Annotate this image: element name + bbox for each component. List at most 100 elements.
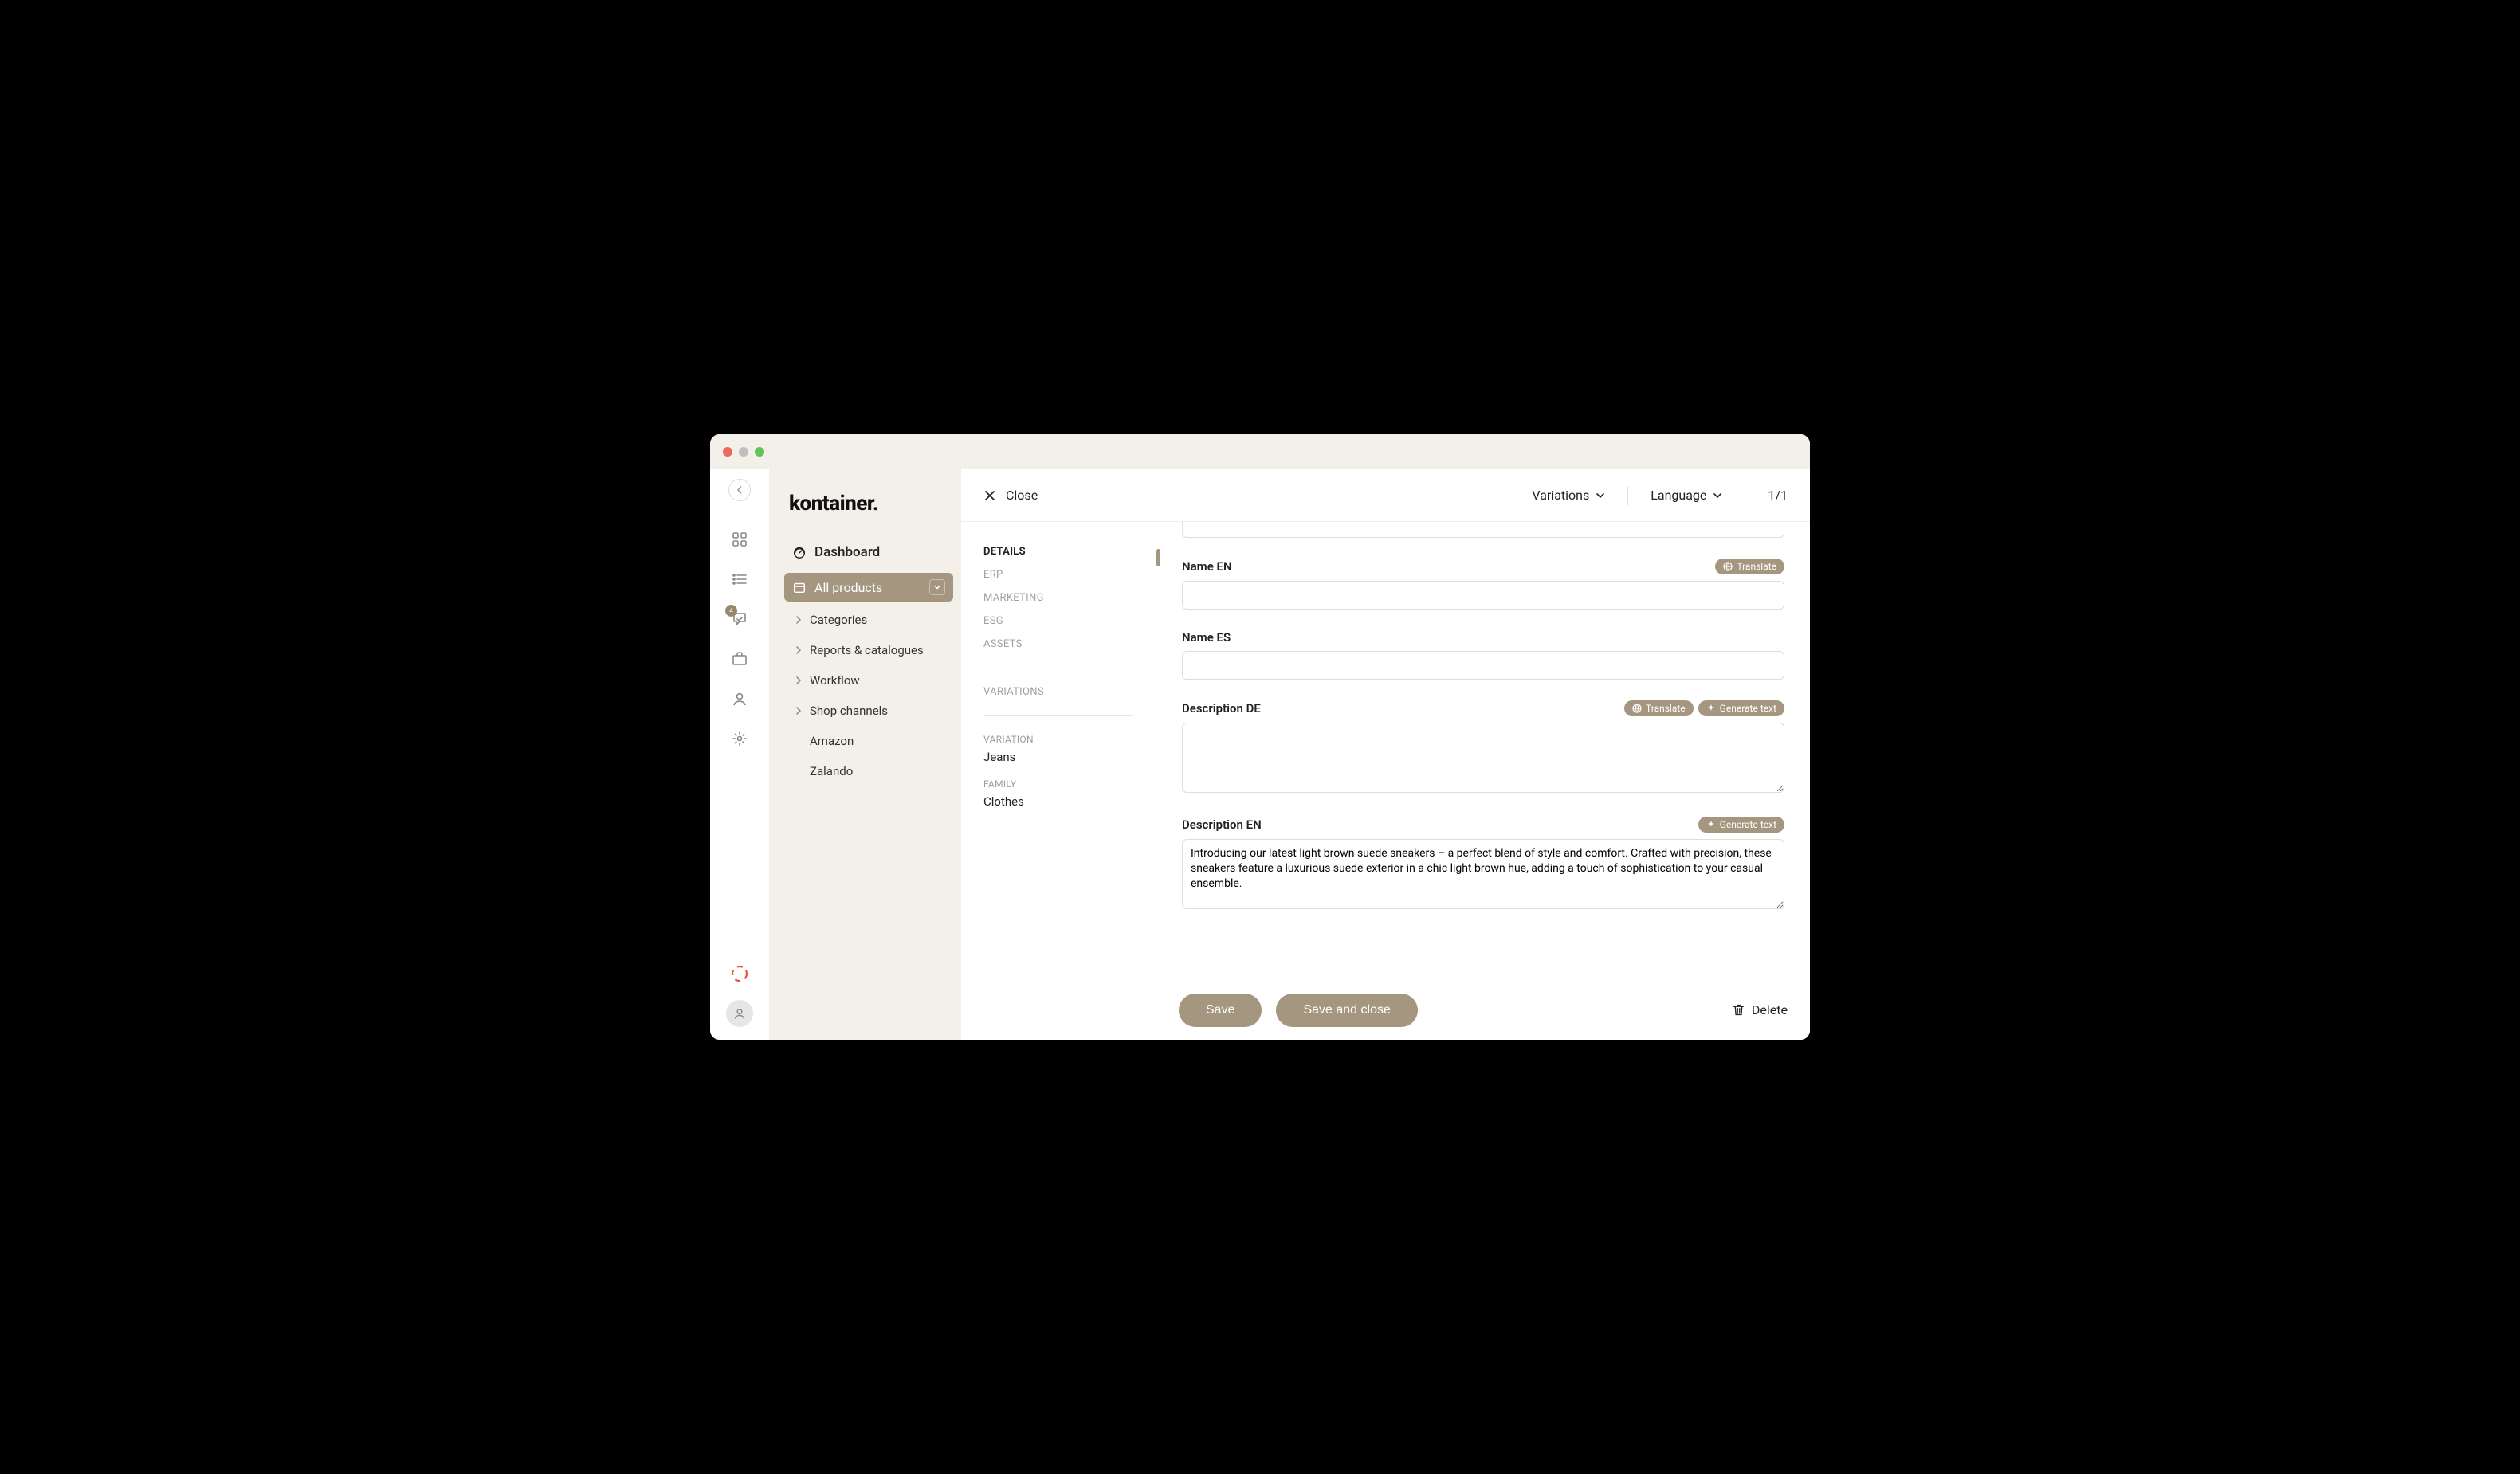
chip-label: Translate [1737, 561, 1776, 572]
partial-input-above[interactable] [1182, 522, 1784, 538]
close-icon [983, 489, 996, 502]
chip-label: Generate text [1720, 703, 1776, 714]
desc-de-input[interactable] [1182, 723, 1784, 793]
family-label: FAMILY [983, 778, 1133, 790]
chevron-right-icon [795, 676, 803, 684]
delete-label: Delete [1752, 1002, 1788, 1017]
translate-button[interactable]: Translate [1715, 559, 1784, 574]
sidebar-item-label: Zalando [810, 764, 853, 778]
chevron-right-icon [795, 707, 803, 715]
globe-icon [1723, 562, 1733, 571]
notification-badge: 4 [725, 605, 737, 617]
name-es-input[interactable] [1182, 651, 1784, 680]
sidebar-item-all-products[interactable]: All products [784, 573, 953, 602]
chevron-right-icon [795, 646, 803, 654]
divider [1627, 486, 1628, 505]
variations-label: Variations [1532, 488, 1589, 503]
field-desc-de: Description DE Translate Generate text [1182, 700, 1784, 796]
tab-marketing[interactable]: MARKETING [983, 592, 1133, 604]
briefcase-icon[interactable] [731, 650, 748, 668]
sidebar-item-label: Reports & catalogues [810, 643, 924, 657]
sidebar-item-reports[interactable]: Reports & catalogues [784, 638, 953, 662]
chevron-down-icon [929, 579, 945, 595]
tab-esg[interactable]: ESG [983, 615, 1133, 627]
chat-icon[interactable]: 4 [731, 610, 748, 628]
field-label: Name EN [1182, 559, 1232, 574]
sidebar-item-label: Categories [810, 613, 867, 627]
editor-footer: Save Save and close Delete [1156, 980, 1810, 1040]
sidebar: kontainer. Dashboard All products Catego… [770, 469, 961, 1040]
editor-topbar: Close Variations Language 1/1 [961, 469, 1810, 522]
variations-dropdown[interactable]: Variations [1532, 488, 1605, 503]
nav-rail: 4 [710, 469, 770, 1040]
macos-minimize-dot[interactable] [739, 447, 748, 457]
chevron-right-icon [795, 616, 803, 624]
family-value: Clothes [983, 794, 1133, 809]
gear-icon[interactable] [731, 730, 748, 747]
sidebar-item-categories[interactable]: Categories [784, 608, 953, 632]
generate-text-button[interactable]: Generate text [1698, 700, 1784, 716]
back-button[interactable] [728, 479, 751, 501]
profile-avatar[interactable] [726, 1000, 753, 1027]
tab-details[interactable]: DETAILS [983, 546, 1133, 558]
user-icon[interactable] [731, 690, 748, 708]
desc-en-input[interactable] [1182, 839, 1784, 909]
generate-text-button[interactable]: Generate text [1698, 817, 1784, 833]
close-button[interactable]: Close [983, 488, 1038, 503]
form-area: Name EN Translate [1156, 522, 1810, 1040]
brand-logo: kontainer. [784, 484, 953, 531]
name-en-input[interactable] [1182, 581, 1784, 610]
save-close-button[interactable]: Save and close [1276, 994, 1417, 1027]
close-label: Close [1006, 488, 1038, 503]
language-dropdown[interactable]: Language [1651, 488, 1722, 503]
sparkle-icon [1706, 820, 1716, 829]
field-label: Name ES [1182, 630, 1231, 645]
sidebar-item-workflow[interactable]: Workflow [784, 668, 953, 692]
page-count: 1/1 [1768, 488, 1788, 503]
titlebar [710, 434, 1810, 469]
sparkle-icon [1706, 704, 1716, 713]
sidebar-item-label: All products [814, 580, 882, 595]
sidebar-item-label: Dashboard [814, 544, 880, 560]
sidebar-item-zalando[interactable]: Zalando [784, 759, 953, 783]
scrollbar[interactable] [1156, 522, 1160, 980]
sidebar-item-label: Shop channels [810, 704, 888, 718]
trash-icon [1732, 1003, 1745, 1017]
delete-button[interactable]: Delete [1732, 1002, 1788, 1017]
field-label: Description DE [1182, 701, 1261, 715]
globe-icon [1632, 704, 1642, 713]
tab-assets[interactable]: ASSETS [983, 638, 1133, 650]
language-label: Language [1651, 488, 1706, 503]
divider [983, 715, 1133, 716]
sidebar-item-label: Amazon [810, 734, 854, 748]
sidebar-item-dashboard[interactable]: Dashboard [784, 538, 953, 566]
field-name-es: Name ES [1182, 630, 1784, 680]
sidebar-item-label: Workflow [810, 673, 860, 688]
macos-zoom-dot[interactable] [755, 447, 764, 457]
field-label: Description EN [1182, 817, 1262, 832]
sidebar-item-shop-channels[interactable]: Shop channels [784, 699, 953, 723]
apps-icon[interactable] [731, 531, 748, 548]
help-icon[interactable] [731, 965, 748, 982]
box-icon [792, 580, 807, 594]
dashboard-icon [792, 545, 807, 559]
translate-button[interactable]: Translate [1624, 700, 1694, 716]
chevron-down-icon [1596, 491, 1605, 500]
variation-value: Jeans [983, 750, 1133, 764]
chevron-down-icon [1713, 491, 1722, 500]
list-icon[interactable] [731, 570, 748, 588]
variation-label: VARIATION [983, 734, 1133, 745]
scrollbar-thumb[interactable] [1156, 549, 1160, 566]
field-name-en: Name EN Translate [1182, 559, 1784, 610]
app-window: 4 kontainer. [710, 434, 1810, 1040]
chip-label: Generate text [1720, 819, 1776, 830]
field-desc-en: Description EN Generate text [1182, 817, 1784, 912]
variations-heading: VARIATIONS [983, 686, 1133, 698]
section-tabs: DETAILS ERP MARKETING ESG ASSETS VARIATI… [961, 522, 1156, 1040]
tab-erp[interactable]: ERP [983, 569, 1133, 581]
sidebar-item-amazon[interactable]: Amazon [784, 729, 953, 753]
main-content: Close Variations Language 1/1 DETAILS [961, 469, 1810, 1040]
macos-close-dot[interactable] [723, 447, 732, 457]
save-button[interactable]: Save [1179, 994, 1262, 1027]
chip-label: Translate [1646, 703, 1686, 714]
